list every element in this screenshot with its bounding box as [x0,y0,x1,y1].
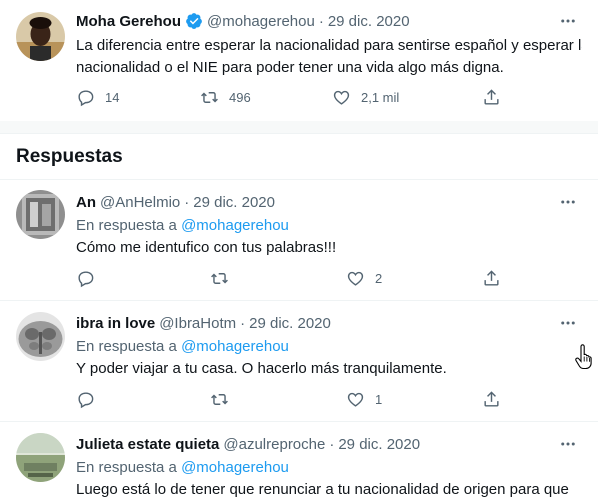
tweet-text-line: nacionalidad o el NIE para poder tener u… [76,59,504,76]
reply-prefix: En respuesta a [76,338,177,355]
more-options-button[interactable] [556,11,580,31]
tweet-actions: 14 496 2,1 mil [66,87,506,107]
more-icon [561,19,575,23]
retweet-button[interactable] [210,389,229,409]
retweet-button[interactable]: 496 [200,87,251,107]
tweet-date[interactable]: 29 dic. 2020 [338,436,420,453]
reply-tweet[interactable]: An @AnHelmio · 29 dic. 2020 En respuesta… [0,180,598,300]
reply-icon [78,270,94,287]
reply-button[interactable] [76,268,95,288]
tweet-header: An @AnHelmio · 29 dic. 2020 [76,192,275,212]
tweet-date[interactable]: 29 dic. 2020 [328,13,410,30]
reply-button[interactable] [76,389,95,409]
tweet-text: Y poder viajar a tu casa. O hacerlo más … [76,360,447,377]
heart-icon [347,392,364,407]
separator-dot: · [240,314,246,332]
section-separator [0,121,598,133]
reply-context: En respuesta a @mohagerehou [76,338,289,355]
author-name[interactable]: Moha Gerehou [76,13,181,30]
like-count: 2,1 mil [361,89,400,105]
retweet-icon [201,91,218,103]
avatar[interactable] [16,12,65,61]
reply-tweet[interactable]: ibra in love @IbraHotm · 29 dic. 2020 En… [0,301,598,421]
avatar[interactable] [16,312,65,361]
author-handle[interactable]: @AnHelmio [100,194,180,211]
more-options-button[interactable] [556,434,580,454]
tweet-date[interactable]: 29 dic. 2020 [249,315,331,332]
share-button[interactable] [482,389,501,409]
like-button[interactable]: 2,1 mil [332,87,399,107]
author-name[interactable]: An [76,194,96,211]
reply-tweet[interactable]: Julieta estate quieta @azulreproche · 29… [0,422,598,498]
share-icon [484,390,499,407]
main-tweet[interactable]: Moha Gerehou @mohagerehou · 29 dic. 2020… [0,0,598,120]
more-icon [561,442,575,446]
like-count: 1 [375,391,383,407]
author-name[interactable]: ibra in love [76,315,155,332]
author-name[interactable]: Julieta estate quieta [76,436,219,453]
mention-link[interactable]: @mohagerehou [181,459,289,476]
separator-dot: · [329,435,335,453]
reply-context: En respuesta a @mohagerehou [76,217,289,234]
tweet-header: ibra in love @IbraHotm · 29 dic. 2020 [76,313,331,333]
reply-button[interactable]: 14 [76,87,119,107]
retweet-icon [211,272,228,284]
avatar[interactable] [16,433,65,482]
reply-count: 14 [105,89,120,105]
tweet-date[interactable]: 29 dic. 2020 [193,194,275,211]
like-button[interactable]: 1 [346,389,382,409]
reply-icon [78,89,94,106]
tweet-text: La diferencia entre esperar la nacionali… [76,35,582,79]
tweet-actions: 2 [66,268,506,288]
retweet-button[interactable] [210,268,229,288]
verified-icon [185,12,203,30]
reply-context: En respuesta a @mohagerehou [76,459,289,476]
reply-prefix: En respuesta a [76,459,177,476]
mention-link[interactable]: @mohagerehou [181,338,289,355]
tweet-text: Cómo me identufico con tus palabras!!! [76,239,337,256]
divider [0,133,598,134]
author-handle[interactable]: @azulreproche [223,436,325,453]
retweet-count: 496 [229,89,251,105]
tweet-text: Luego está lo de tener que renunciar a t… [76,481,569,498]
more-icon [561,321,575,325]
reply-prefix: En respuesta a [76,217,177,234]
tweet-header: Moha Gerehou @mohagerehou · 29 dic. 2020 [76,11,410,31]
share-icon [484,269,499,286]
heart-icon [347,271,364,286]
share-icon [484,88,499,105]
retweet-icon [211,393,228,405]
separator-dot: · [318,12,324,30]
author-handle[interactable]: @IbraHotm [159,315,236,332]
more-options-button[interactable] [556,192,580,212]
like-button[interactable]: 2 [346,268,382,288]
avatar[interactable] [16,190,65,239]
section-title: Respuestas [16,146,123,167]
heart-icon [333,90,350,105]
separator-dot: · [184,193,190,211]
tweet-actions: 1 [66,389,506,409]
hand-cursor-icon [575,344,593,370]
mention-link[interactable]: @mohagerehou [181,217,289,234]
share-button[interactable] [482,268,501,288]
tweet-text-line: La diferencia entre esperar la nacionali… [76,37,582,54]
tweet-header: Julieta estate quieta @azulreproche · 29… [76,434,420,454]
like-count: 2 [375,270,383,286]
reply-icon [78,391,94,408]
more-options-button[interactable] [556,313,580,333]
author-handle[interactable]: @mohagerehou [207,13,315,30]
share-button[interactable] [482,87,501,107]
more-icon [561,200,575,204]
